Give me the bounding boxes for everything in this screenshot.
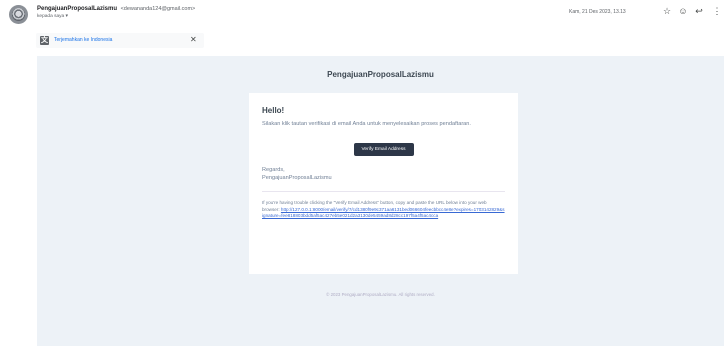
regards-block: Regards, PengajuanProposalLazismu	[262, 166, 505, 183]
sender-line: PengajuanProposalLazismu <dewananda124@g…	[37, 6, 195, 12]
email-body: PengajuanProposalLazismu Hello! Silakan …	[37, 56, 724, 346]
more-options-icon[interactable]: ⋮	[712, 6, 722, 16]
regards-signature: PengajuanProposalLazismu	[262, 175, 332, 182]
sender-name[interactable]: PengajuanProposalLazismu	[37, 6, 117, 12]
email-date: Kam, 21 Des 2023, 13.13	[569, 9, 626, 15]
greeting: Hello!	[262, 106, 285, 115]
divider	[262, 190, 505, 192]
emoji-reaction-icon[interactable]: ☺	[678, 6, 688, 16]
close-icon[interactable]: ✕	[190, 35, 197, 45]
subcopy: If you're having trouble clicking the "V…	[262, 200, 505, 220]
translate-bar: 文 Terjemahkan ke Indonesia ✕	[36, 33, 204, 48]
email-footer: © 2023 PengajuanProposalLazismu. All rig…	[326, 292, 435, 297]
intro-text: Silakan klik tautan verifikasi di email …	[262, 121, 471, 127]
regards-line: Regards,	[262, 166, 285, 173]
recipient-dropdown[interactable]: kepada saya ▾	[37, 14, 68, 19]
sender-email: <dewananda124@gmail.com>	[120, 6, 196, 12]
email-brand-title[interactable]: PengajuanProposalLazismu	[37, 70, 724, 79]
sender-avatar[interactable]	[9, 5, 28, 24]
email-card: Hello! Silakan klik tautan verifikasi di…	[249, 93, 518, 274]
star-icon[interactable]: ☆	[662, 6, 672, 16]
reply-icon[interactable]: ↩	[694, 6, 704, 16]
verify-email-button[interactable]: Verify Email Address	[353, 142, 414, 156]
verification-link[interactable]: http://127.0.0.1:8000/email/verify/7/cd1…	[262, 207, 505, 219]
email-header: PengajuanProposalLazismu <dewananda124@g…	[0, 0, 724, 32]
translate-link[interactable]: Terjemahkan ke Indonesia	[54, 37, 112, 43]
translate-icon: 文	[40, 36, 49, 45]
